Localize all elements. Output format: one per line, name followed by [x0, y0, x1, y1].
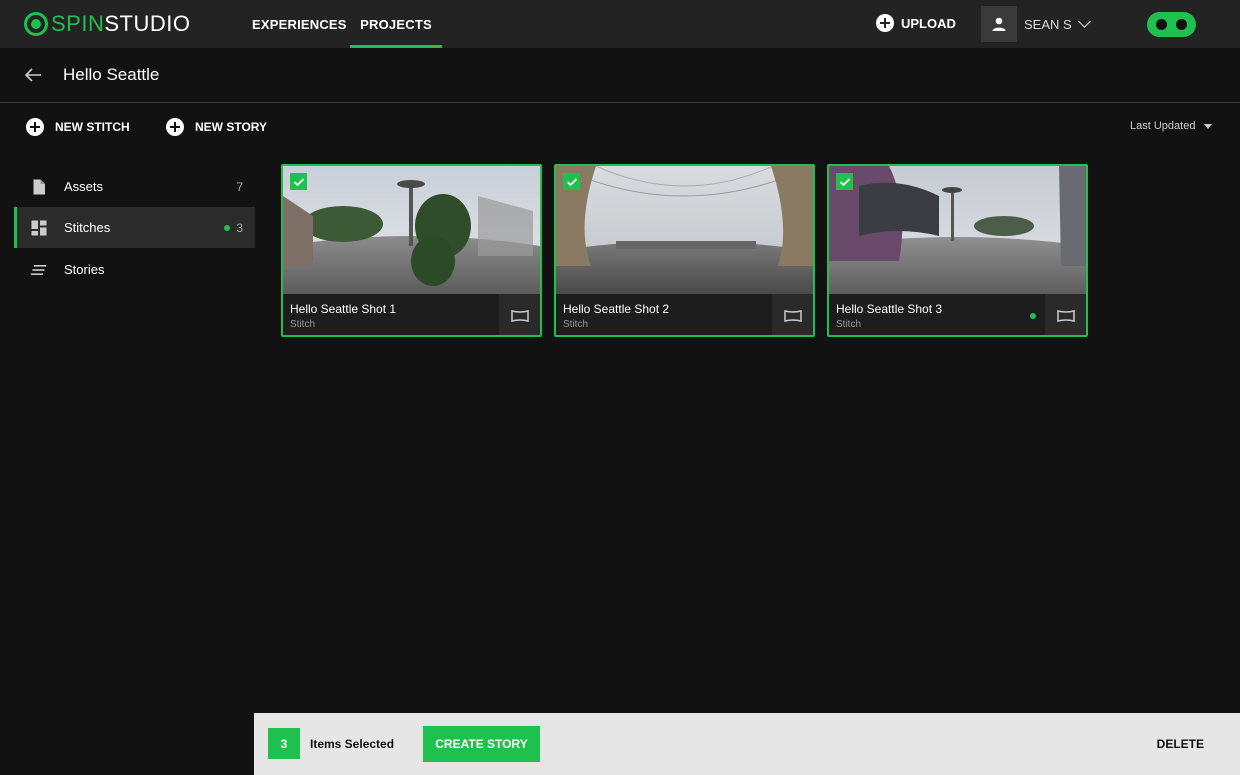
panorama-icon	[1056, 309, 1075, 322]
card-title: Hello Seattle Shot 2	[563, 302, 670, 316]
items-selected-label: Items Selected	[310, 737, 395, 751]
sidebar-item-label: Assets	[64, 179, 104, 194]
stitch-card[interactable]: Hello Seattle Shot 2 Stitch	[554, 164, 815, 337]
panorama-icon	[510, 309, 529, 322]
spinstudio-logo[interactable]: SPINSTUDIO	[24, 11, 190, 37]
panorama-thumbnail	[283, 166, 540, 294]
sidebar-item-label: Stitches	[64, 220, 111, 235]
stitch-card[interactable]: Hello Seattle Shot 1 Stitch	[281, 164, 542, 337]
plus-circle-icon	[876, 14, 894, 32]
panorama-view-button[interactable]	[1045, 294, 1086, 335]
upload-label: UPLOAD	[901, 15, 956, 31]
vr-mode-toggle[interactable]	[1147, 12, 1196, 37]
card-type: Stitch	[290, 319, 316, 330]
checkmark-icon	[293, 177, 304, 186]
document-icon	[33, 179, 45, 194]
new-stitch-label: NEW STITCH	[55, 120, 130, 134]
sidebar-item-count: 7	[236, 179, 243, 194]
new-story-label: NEW STORY	[195, 120, 268, 134]
toggle-dot-left	[1156, 19, 1168, 30]
panorama-icon	[783, 309, 802, 322]
avatar	[981, 6, 1017, 42]
selected-count-badge: 3	[268, 728, 300, 759]
logo-mark-icon	[24, 12, 48, 36]
top-nav-bar: SPINSTUDIO EXPERIENCES PROJECTS UPLOAD S…	[0, 0, 1240, 48]
sidebar-item-stories[interactable]: Stories	[14, 249, 255, 290]
card-type: Stitch	[836, 319, 862, 330]
caret-down-icon	[1204, 123, 1213, 129]
chevron-down-icon	[1077, 15, 1091, 28]
tab-experiences[interactable]: EXPERIENCES	[252, 0, 347, 48]
person-icon	[992, 17, 1006, 31]
sidebar-item-assets[interactable]: Assets 7	[14, 166, 255, 207]
panorama-image-icon	[556, 166, 813, 294]
sort-label: Last Updated	[1130, 120, 1196, 132]
selection-bar: 3 Items Selected CREATE STORY DELETE	[254, 713, 1240, 775]
stitch-card[interactable]: Hello Seattle Shot 3 Stitch	[827, 164, 1088, 337]
tab-projects[interactable]: PROJECTS	[350, 0, 442, 48]
sidebar-item-label: Stories	[64, 262, 105, 277]
dashboard-icon	[31, 220, 47, 235]
logo-spin-text: SPIN	[51, 11, 105, 36]
logo-studio-text: STUDIO	[104, 11, 191, 36]
checkmark-icon	[566, 177, 577, 186]
tab-projects-label: PROJECTS	[360, 16, 432, 32]
new-stitch-button[interactable]: NEW STITCH	[26, 118, 130, 136]
tab-experiences-label: EXPERIENCES	[252, 16, 347, 32]
stories-icon	[31, 264, 46, 275]
checkbox-checked[interactable]	[563, 173, 580, 190]
sort-dropdown[interactable]: Last Updated	[1130, 120, 1213, 132]
user-menu[interactable]: SEAN S	[981, 6, 1091, 42]
panorama-thumbnail	[829, 166, 1086, 294]
panorama-image-icon	[283, 166, 540, 294]
checkmark-icon	[839, 177, 850, 186]
panorama-thumbnail	[556, 166, 813, 294]
status-dot	[224, 224, 230, 231]
create-story-button[interactable]: CREATE STORY	[423, 726, 540, 762]
new-story-button[interactable]: NEW STORY	[166, 118, 267, 136]
plus-circle-icon	[26, 118, 44, 136]
panorama-view-button[interactable]	[772, 294, 813, 335]
checkbox-checked[interactable]	[290, 173, 307, 190]
sidebar-item-count: 3	[236, 220, 243, 235]
card-type: Stitch	[563, 319, 589, 330]
plus-circle-icon	[166, 118, 184, 136]
user-name: SEAN S	[1024, 16, 1072, 32]
toggle-dot-right	[1175, 19, 1187, 30]
delete-button[interactable]: DELETE	[1157, 737, 1204, 751]
panorama-view-button[interactable]	[499, 294, 540, 335]
checkbox-checked[interactable]	[836, 173, 853, 190]
upload-button[interactable]: UPLOAD	[876, 14, 956, 32]
card-title: Hello Seattle Shot 3	[836, 302, 943, 316]
card-title: Hello Seattle Shot 1	[290, 302, 397, 316]
panorama-image-icon	[829, 166, 1086, 294]
back-arrow-icon[interactable]	[24, 66, 42, 84]
sidebar-item-stitches[interactable]: Stitches 3	[14, 207, 255, 248]
page-header: Hello Seattle	[0, 48, 1240, 103]
page-title: Hello Seattle	[63, 65, 160, 84]
status-dot	[1030, 313, 1036, 319]
